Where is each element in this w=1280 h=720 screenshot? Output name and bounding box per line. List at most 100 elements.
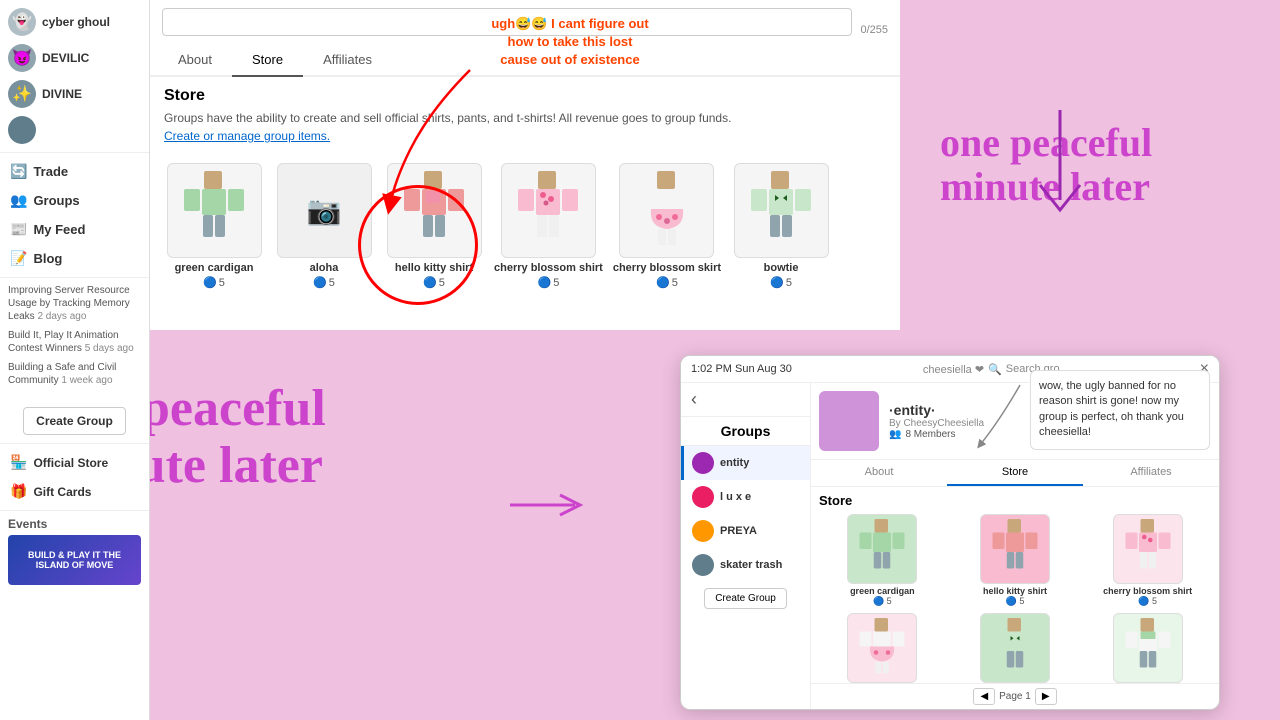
item-name: cherry blossom skirt bbox=[613, 262, 721, 274]
phone-create-group-button[interactable]: Create Group bbox=[704, 588, 787, 609]
trade-icon: 🔄 bbox=[10, 163, 27, 180]
events-section: Events BUILD & PLAY IT THE ISLAND OF MOV… bbox=[0, 510, 149, 591]
item-name: bowtie bbox=[764, 262, 799, 274]
tab-store[interactable]: Store bbox=[232, 44, 303, 77]
avatar: 😈 bbox=[8, 44, 36, 72]
phone-store-item-bowtie[interactable]: bowtie 🔵 5 bbox=[952, 613, 1079, 683]
store-items-grid: green cardigan 🔵 5 📷 aloha 🔵 5 bbox=[150, 153, 900, 299]
username-label: DIVINE bbox=[42, 87, 82, 101]
overlay-comment: ugh😅😅 I cant figure out how to take this… bbox=[490, 15, 650, 70]
username-label: cyber ghoul bbox=[42, 15, 110, 29]
robux-icon: 🔵 bbox=[423, 276, 437, 289]
sidebar-item-groups[interactable]: 👥 Groups bbox=[0, 186, 149, 215]
item-image bbox=[734, 163, 829, 258]
sidebar-user-extra[interactable] bbox=[0, 112, 149, 148]
phone-sidebar: ‹ Groups entity l u x e PREYA skater tra… bbox=[681, 383, 811, 709]
sidebar-item-label: Gift Cards bbox=[33, 485, 91, 499]
sidebar-user-devilic[interactable]: 😈 DEVILIC bbox=[0, 40, 149, 76]
item-name: green cardigan bbox=[175, 262, 254, 274]
main-nav: 🔄 Trade 👥 Groups 📰 My Feed 📝 Blog bbox=[0, 152, 149, 277]
members-icon: 👥 bbox=[889, 429, 901, 440]
store-icon: 🏪 bbox=[10, 454, 27, 471]
phone-store-item-cherry-shirt[interactable]: cherry blossom shirt 🔵 5 bbox=[1084, 514, 1211, 607]
phone-tab-about[interactable]: About bbox=[811, 460, 947, 486]
tab-about[interactable]: About bbox=[158, 44, 232, 77]
phone-item-price: 🔵 5 bbox=[1006, 596, 1025, 607]
store-item-cherry-blossom-shirt[interactable]: cherry blossom shirt 🔵 5 bbox=[494, 163, 603, 289]
store-info: Store Groups have the ability to create … bbox=[150, 77, 900, 153]
phone-store-item-green-cardigan[interactable]: green cardigan 🔵 5 bbox=[819, 514, 946, 607]
phone-back-button[interactable]: ‹ bbox=[681, 383, 810, 417]
tab-affiliates[interactable]: Affiliates bbox=[303, 44, 392, 77]
avatar bbox=[692, 452, 714, 474]
manage-items-link[interactable]: Create or manage group items. bbox=[164, 129, 886, 143]
sidebar-group-name: l u x e bbox=[720, 491, 751, 503]
sidebar-item-label: Official Store bbox=[33, 456, 108, 470]
blog-post-3[interactable]: Building a Safe and Civil Community 1 we… bbox=[8, 361, 141, 387]
item-price: 🔵 5 bbox=[538, 276, 560, 289]
sidebar-item-label: Blog bbox=[33, 251, 62, 266]
item-price: 🔵 5 bbox=[423, 276, 445, 289]
sidebar-user-cyber-ghoul[interactable]: 👻 cyber ghoul bbox=[0, 4, 149, 40]
phone-item-price: 🔵 5 bbox=[1138, 596, 1157, 607]
sidebar-item-trade[interactable]: 🔄 Trade bbox=[0, 157, 149, 186]
store-item-cherry-blossom-skirt[interactable]: cherry blossom skirt 🔵 5 bbox=[613, 163, 721, 289]
sidebar-item-myfeed[interactable]: 📰 My Feed bbox=[0, 215, 149, 244]
robux-icon: 🔵 bbox=[770, 276, 784, 289]
blog-icon: 📝 bbox=[10, 250, 27, 267]
store-item-green-cardigan[interactable]: green cardigan 🔵 5 bbox=[164, 163, 264, 289]
search-icon: 🔍 bbox=[988, 363, 1002, 376]
phone-sidebar-item-skater[interactable]: skater trash bbox=[681, 548, 810, 582]
create-group-button[interactable]: Create Group bbox=[23, 407, 126, 435]
phone-store-area: Store bbox=[811, 487, 1219, 683]
sidebar-group-name: PREYA bbox=[720, 525, 757, 537]
sidebar-user-divine[interactable]: ✨ DIVINE bbox=[0, 76, 149, 112]
phone-sidebar-item-preya[interactable]: PREYA bbox=[681, 514, 810, 548]
phone-item-name: cherry blossom shirt bbox=[1103, 586, 1192, 596]
phone-sidebar-item-luxe[interactable]: l u x e bbox=[681, 480, 810, 514]
phone-next-button[interactable]: ▶ bbox=[1035, 688, 1057, 705]
phone-groups-title: Groups bbox=[681, 417, 810, 446]
sidebar: 👻 cyber ghoul 😈 DEVILIC ✨ DIVINE 🔄 Trade… bbox=[0, 0, 150, 720]
robux-icon: 🔵 bbox=[203, 276, 217, 289]
phone-tab-affiliates[interactable]: Affiliates bbox=[1083, 460, 1219, 486]
down-arrow-annotation bbox=[1020, 110, 1100, 230]
phone-tabs: About Store Affiliates bbox=[811, 460, 1219, 487]
avatar bbox=[692, 554, 714, 576]
phone-item-image bbox=[980, 613, 1050, 683]
robux-icon: 🔵 bbox=[656, 276, 670, 289]
phone-sidebar-item-entity[interactable]: entity bbox=[681, 446, 810, 480]
sidebar-item-label: My Feed bbox=[33, 222, 85, 237]
phone-store-item-hello-kitty[interactable]: hello kitty shirt 🔵 5 bbox=[952, 514, 1079, 607]
store-title: Store bbox=[164, 87, 886, 105]
sidebar-item-blog[interactable]: 📝 Blog bbox=[0, 244, 149, 273]
phone-store-item-green-white[interactable]: green and white 🔵 5 bbox=[1084, 613, 1211, 683]
blog-post-2[interactable]: Build It, Play It Animation Contest Winn… bbox=[8, 329, 141, 355]
item-price: 🔵 5 bbox=[770, 276, 792, 289]
events-title: Events bbox=[8, 517, 141, 531]
store-item-hello-kitty[interactable]: hello kitty shirt 🔵 5 bbox=[384, 163, 484, 289]
avatar: 👻 bbox=[8, 8, 36, 36]
events-banner[interactable]: BUILD & PLAY IT THE ISLAND OF MOVE bbox=[8, 535, 141, 585]
store-item-bowtie[interactable]: bowtie 🔵 5 bbox=[731, 163, 831, 289]
avatar: ✨ bbox=[8, 80, 36, 108]
phone-item-image bbox=[980, 514, 1050, 584]
sidebar-item-gift-cards[interactable]: 🎁 Gift Cards bbox=[0, 477, 149, 506]
blog-post-1[interactable]: Improving Server Resource Usage by Track… bbox=[8, 284, 141, 323]
blog-section: Improving Server Resource Usage by Track… bbox=[0, 277, 149, 399]
item-image bbox=[501, 163, 596, 258]
phone-profile-label: cheesiella ❤ bbox=[923, 363, 984, 376]
phone-prev-button[interactable]: ◀ bbox=[973, 688, 995, 705]
item-image: 📷 bbox=[277, 163, 372, 258]
char-count: 0/255 bbox=[860, 24, 888, 36]
sidebar-group-name: skater trash bbox=[720, 559, 782, 571]
sidebar-item-official-store[interactable]: 🏪 Official Store bbox=[0, 448, 149, 477]
avatar bbox=[8, 116, 36, 144]
avatar bbox=[692, 520, 714, 542]
store-item-aloha[interactable]: 📷 aloha 🔵 5 bbox=[274, 163, 374, 289]
item-name: cherry blossom shirt bbox=[494, 262, 603, 274]
phone-tab-store[interactable]: Store bbox=[947, 460, 1083, 486]
phone-item-name: green cardigan bbox=[850, 586, 915, 596]
phone-store-item-cherry-skirt[interactable]: cherry blossom skirt 🔵 5 bbox=[819, 613, 946, 683]
item-name: hello kitty shirt bbox=[395, 262, 473, 274]
